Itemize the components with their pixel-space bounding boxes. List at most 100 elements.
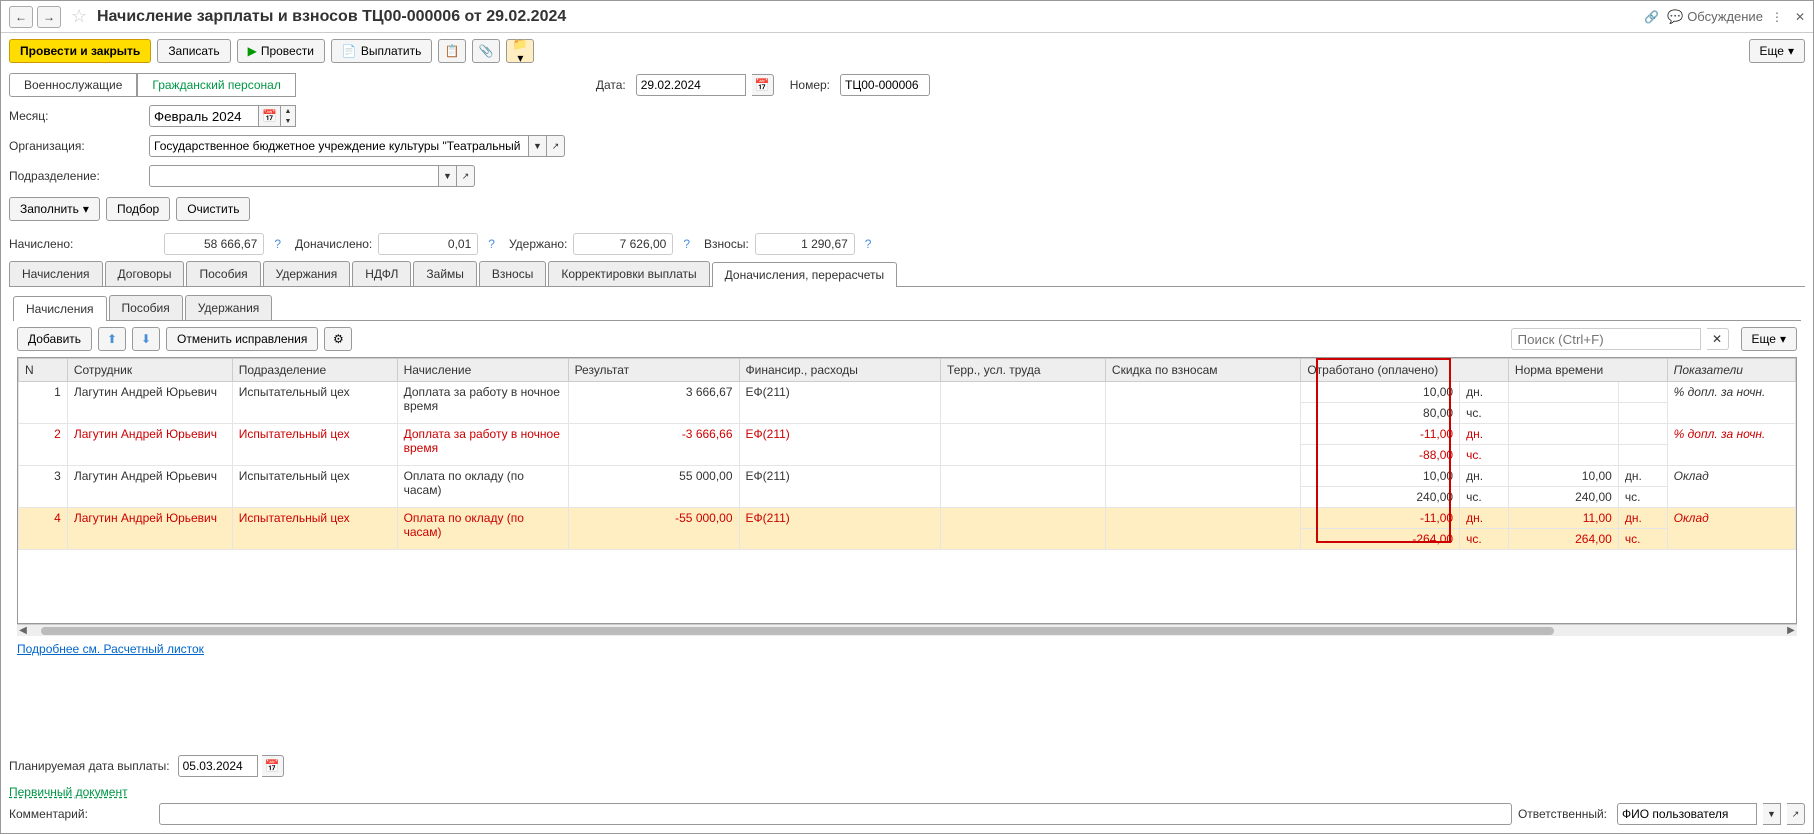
- attach-icon-button[interactable]: 📎: [472, 39, 500, 63]
- horizontal-scrollbar[interactable]: ◀▶: [17, 624, 1797, 636]
- col-worked[interactable]: Отработано (оплачено): [1301, 359, 1509, 382]
- table-row[interactable]: 4 Лагутин Андрей Юрьевич Испытательный ц…: [19, 508, 1796, 529]
- comment-label: Комментарий:: [9, 807, 149, 821]
- main-tab-2[interactable]: Пособия: [186, 261, 260, 286]
- month-spinner[interactable]: ▲▼: [281, 105, 296, 127]
- post-close-button[interactable]: Провести и закрыть: [9, 39, 151, 63]
- discuss-button[interactable]: 💬 Обсуждение: [1667, 9, 1763, 25]
- clear-button[interactable]: Очистить: [176, 197, 250, 221]
- withheld-label: Удержано:: [509, 237, 567, 251]
- resp-input[interactable]: [1617, 803, 1757, 825]
- col-finance[interactable]: Финансир., расходы: [739, 359, 941, 382]
- main-tab-0[interactable]: Начисления: [9, 261, 103, 286]
- resp-dropdown-icon[interactable]: ▼: [1763, 803, 1781, 825]
- month-calendar-icon[interactable]: 📅: [259, 105, 281, 127]
- pay-button[interactable]: 📄Выплатить: [331, 39, 432, 63]
- table-row[interactable]: 1 Лагутин Андрей Юрьевич Испытательный ц…: [19, 382, 1796, 403]
- accrued-label: Начислено:: [9, 237, 73, 251]
- subdiv-open-icon[interactable]: ↗: [457, 165, 475, 187]
- help-icon[interactable]: ?: [865, 237, 872, 251]
- col-terr[interactable]: Терр., усл. труда: [941, 359, 1106, 382]
- contrib-value: 1 290,67: [755, 233, 855, 255]
- clear-search-button[interactable]: ✕: [1707, 328, 1729, 350]
- plan-calendar-icon[interactable]: 📅: [262, 755, 284, 777]
- table-row[interactable]: 3 Лагутин Андрей Юрьевич Испытательный ц…: [19, 466, 1796, 487]
- search-input[interactable]: [1511, 328, 1701, 350]
- main-tab-5[interactable]: Займы: [413, 261, 477, 286]
- link-icon[interactable]: 🔗: [1644, 10, 1659, 24]
- chat-icon: 💬: [1667, 9, 1683, 25]
- org-label: Организация:: [9, 139, 149, 153]
- fill-button[interactable]: Заполнить ▾: [9, 197, 100, 221]
- post-icon: ▶: [248, 44, 257, 58]
- pay-icon: 📄: [342, 44, 357, 58]
- more-button[interactable]: Еще ▾: [1749, 39, 1805, 63]
- cancel-fix-button[interactable]: Отменить исправления: [166, 327, 318, 351]
- subdiv-dropdown-icon[interactable]: ▼: [439, 165, 457, 187]
- col-accrual[interactable]: Начисление: [397, 359, 568, 382]
- accrued-value: 58 666,67: [164, 233, 264, 255]
- sub-tab-0[interactable]: Начисления: [13, 296, 107, 321]
- favorite-icon[interactable]: ☆: [71, 6, 91, 27]
- main-tab-7[interactable]: Корректировки выплаты: [548, 261, 709, 286]
- subdiv-input[interactable]: [149, 165, 439, 187]
- col-employee[interactable]: Сотрудник: [67, 359, 232, 382]
- primary-doc-link[interactable]: Первичный документ: [9, 781, 128, 803]
- main-tab-1[interactable]: Договоры: [105, 261, 185, 286]
- menu-dots-icon[interactable]: ⋮: [1771, 10, 1783, 24]
- report-icon-button[interactable]: 📋: [438, 39, 466, 63]
- addl-value: 0,01: [378, 233, 478, 255]
- org-open-icon[interactable]: ↗: [547, 135, 565, 157]
- number-label: Номер:: [790, 78, 830, 92]
- table-row[interactable]: 2 Лагутин Андрей Юрьевич Испытательный ц…: [19, 424, 1796, 445]
- withheld-value: 7 626,00: [573, 233, 673, 255]
- forward-button[interactable]: →: [37, 6, 61, 28]
- month-input[interactable]: [149, 105, 259, 127]
- col-indicators[interactable]: Показатели: [1667, 359, 1795, 382]
- main-tab-4[interactable]: НДФЛ: [352, 261, 411, 286]
- details-link[interactable]: Подробнее см. Расчетный листок: [17, 642, 204, 656]
- back-button[interactable]: ←: [9, 6, 33, 28]
- number-input[interactable]: [840, 74, 930, 96]
- create-based-button[interactable]: 📁▾: [506, 39, 534, 63]
- org-dropdown-icon[interactable]: ▼: [529, 135, 547, 157]
- plan-date-label: Планируемая дата выплаты:: [9, 759, 170, 773]
- help-icon[interactable]: ?: [683, 237, 690, 251]
- contrib-label: Взносы:: [704, 237, 749, 251]
- plan-date-input[interactable]: [178, 755, 258, 777]
- date-input[interactable]: [636, 74, 746, 96]
- table-more-button[interactable]: Еще ▾: [1741, 327, 1797, 351]
- close-icon[interactable]: ✕: [1795, 10, 1805, 24]
- main-tab-6[interactable]: Взносы: [479, 261, 546, 286]
- col-dept[interactable]: Подразделение: [232, 359, 397, 382]
- help-icon[interactable]: ?: [488, 237, 495, 251]
- tab-civil[interactable]: Гражданский персонал: [137, 73, 295, 97]
- select-button[interactable]: Подбор: [106, 197, 170, 221]
- col-result[interactable]: Результат: [568, 359, 739, 382]
- move-down-button[interactable]: ⬇: [132, 327, 160, 351]
- add-button[interactable]: Добавить: [17, 327, 92, 351]
- resp-label: Ответственный:: [1518, 807, 1607, 821]
- sub-tab-2[interactable]: Удержания: [185, 295, 273, 320]
- comment-input[interactable]: [159, 803, 1512, 825]
- settings-button[interactable]: ⚙: [324, 327, 352, 351]
- save-button[interactable]: Записать: [157, 39, 230, 63]
- resp-open-icon[interactable]: ↗: [1787, 803, 1805, 825]
- subdiv-label: Подразделение:: [9, 169, 149, 183]
- calendar-icon[interactable]: 📅: [752, 74, 774, 96]
- col-discount[interactable]: Скидка по взносам: [1105, 359, 1300, 382]
- help-icon[interactable]: ?: [274, 237, 281, 251]
- org-input[interactable]: [149, 135, 529, 157]
- move-up-button[interactable]: ⬆: [98, 327, 126, 351]
- date-label: Дата:: [596, 78, 626, 92]
- tab-military[interactable]: Военнослужащие: [9, 73, 137, 97]
- addl-label: Доначислено:: [295, 237, 372, 251]
- month-label: Месяц:: [9, 109, 149, 123]
- col-norm[interactable]: Норма времени: [1508, 359, 1667, 382]
- main-tab-8[interactable]: Доначисления, перерасчеты: [712, 262, 897, 287]
- main-tab-3[interactable]: Удержания: [263, 261, 351, 286]
- window-title: Начисление зарплаты и взносов ТЦ00-00000…: [97, 8, 1636, 26]
- sub-tab-1[interactable]: Пособия: [109, 295, 183, 320]
- post-button[interactable]: ▶Провести: [237, 39, 325, 63]
- col-n[interactable]: N: [19, 359, 68, 382]
